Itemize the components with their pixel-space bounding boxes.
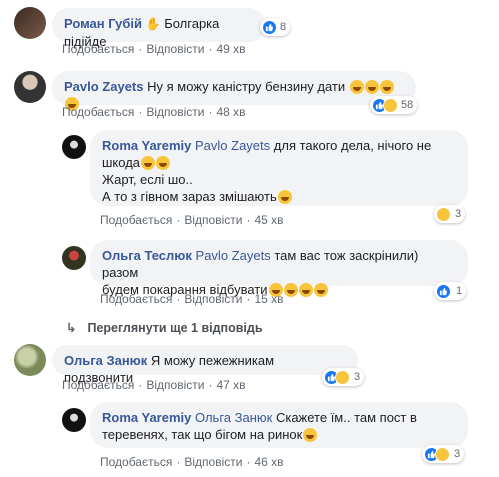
haha-icon bbox=[383, 97, 398, 113]
comment-actions: Подобається · Відповісти · 15 хв bbox=[100, 292, 284, 306]
hand-emoji-icon: ✋ bbox=[145, 17, 161, 31]
comment-bubble: Pavlo Zayets Ну я можу каністру бензину … bbox=[52, 71, 416, 111]
comment-author[interactable]: Ольга Теслюк bbox=[102, 248, 192, 263]
reply-bubble: Roma Yaremiy Pavlo Zayets для такого дел… bbox=[90, 130, 468, 206]
avatar[interactable] bbox=[62, 408, 86, 432]
reply-bubble: Ольга Теслюк Pavlo Zayets там вас тож за… bbox=[90, 240, 468, 297]
timestamp[interactable]: 48 хв bbox=[216, 105, 245, 119]
laugh-emoji-icon bbox=[349, 80, 364, 94]
avatar[interactable] bbox=[62, 246, 86, 270]
comment-text: Скажете їм.. там пост в bbox=[275, 410, 417, 425]
timestamp[interactable]: 45 хв bbox=[254, 213, 283, 227]
haha-icon bbox=[435, 446, 450, 462]
reaction-number: 3 bbox=[454, 448, 461, 460]
reaction-number: 1 bbox=[456, 285, 463, 297]
reply-link[interactable]: Відповісти bbox=[146, 42, 204, 56]
comment-author[interactable]: Roma Yaremiy bbox=[102, 410, 191, 425]
timestamp[interactable]: 46 хв bbox=[254, 455, 283, 469]
avatar[interactable] bbox=[14, 71, 46, 103]
laugh-emoji-icon bbox=[283, 283, 298, 297]
avatar[interactable] bbox=[62, 135, 86, 159]
like-link[interactable]: Подобається bbox=[100, 213, 172, 227]
comment-text: Ну я можу каністру бензину дати bbox=[147, 79, 346, 94]
reply-link[interactable]: Відповісти bbox=[146, 105, 204, 119]
like-link[interactable]: Подобається bbox=[100, 455, 172, 469]
comment-text: А то з гівном зараз змішають bbox=[102, 189, 277, 204]
like-link[interactable]: Подобається bbox=[100, 292, 172, 306]
reply-link[interactable]: Відповісти bbox=[146, 378, 204, 392]
comment-bubble: Роман Губій ✋ Болгарка підійде bbox=[52, 8, 266, 49]
reply-link[interactable]: Відповісти bbox=[184, 455, 242, 469]
laugh-emoji-icon bbox=[364, 80, 379, 94]
comment-author[interactable]: Ольга Занюк bbox=[64, 353, 147, 368]
reaction-count[interactable]: 8 bbox=[260, 18, 291, 36]
comment-actions: Подобається · Відповісти · 45 хв bbox=[100, 213, 284, 227]
avatar[interactable] bbox=[14, 344, 46, 376]
view-more-label: Переглянути ще 1 відповідь bbox=[87, 321, 263, 335]
timestamp[interactable]: 15 хв bbox=[254, 292, 283, 306]
laugh-emoji-icon bbox=[303, 428, 318, 442]
haha-icon bbox=[436, 206, 451, 222]
comment-author[interactable]: Roma Yaremiy bbox=[102, 138, 191, 153]
reaction-number: 58 bbox=[401, 99, 414, 111]
comment-actions: Подобається · Відповісти · 46 хв bbox=[100, 455, 284, 469]
reaction-count[interactable]: 58 bbox=[370, 96, 418, 114]
reaction-count[interactable]: 3 bbox=[322, 368, 365, 386]
reaction-number: 3 bbox=[455, 208, 462, 220]
laugh-emoji-icon bbox=[141, 156, 156, 170]
like-link[interactable]: Подобається bbox=[62, 105, 134, 119]
reaction-count[interactable]: 1 bbox=[434, 282, 467, 300]
reaction-number: 8 bbox=[280, 21, 287, 33]
mention-link[interactable]: Ольга Занюк bbox=[195, 410, 272, 425]
timestamp[interactable]: 49 хв bbox=[216, 42, 245, 56]
like-link[interactable]: Подобається bbox=[62, 378, 134, 392]
comment-text: тереве­нях, так що бігом на ринок bbox=[102, 427, 303, 442]
reply-link[interactable]: Відповісти bbox=[184, 213, 242, 227]
reply-link[interactable]: Відповісти bbox=[184, 292, 242, 306]
reaction-count[interactable]: 3 bbox=[434, 205, 466, 223]
mention-link[interactable]: Pavlo Zayets bbox=[195, 138, 270, 153]
like-icon bbox=[262, 19, 277, 35]
view-more-replies[interactable]: ↳ Переглянути ще 1 відповідь bbox=[66, 320, 263, 335]
comment-author[interactable]: Роман Губій bbox=[64, 16, 142, 31]
comment-text: Жарт, еслі шо.. bbox=[102, 172, 193, 187]
timestamp[interactable]: 47 хв bbox=[216, 378, 245, 392]
mention-link[interactable]: Pavlo Zayets bbox=[196, 248, 271, 263]
laugh-emoji-icon bbox=[156, 156, 171, 170]
comment-bubble: Ольга Занюк Я можу пежежникам подзвонити bbox=[52, 345, 358, 385]
comment-actions: Подобається · Відповісти · 47 хв bbox=[62, 378, 246, 392]
comment-author[interactable]: Pavlo Zayets bbox=[64, 79, 144, 94]
reply-arrow-icon: ↳ bbox=[66, 321, 77, 335]
avatar[interactable] bbox=[14, 7, 46, 39]
reaction-number: 3 bbox=[354, 371, 361, 383]
comment-actions: Подобається · Відповісти · 48 хв bbox=[62, 105, 246, 119]
like-link[interactable]: Подобається bbox=[62, 42, 134, 56]
laugh-emoji-icon bbox=[298, 283, 313, 297]
laugh-emoji-icon bbox=[277, 190, 292, 204]
like-icon bbox=[436, 283, 451, 299]
laugh-emoji-icon bbox=[313, 283, 328, 297]
reply-bubble: Roma Yaremiy Ольга Занюк Скажете їм.. та… bbox=[90, 402, 468, 448]
comment-actions: Подобається · Відповісти · 49 хв bbox=[62, 42, 246, 56]
reaction-count[interactable]: 3 bbox=[422, 445, 465, 463]
laugh-emoji-icon bbox=[379, 80, 394, 94]
haha-icon bbox=[335, 369, 350, 385]
